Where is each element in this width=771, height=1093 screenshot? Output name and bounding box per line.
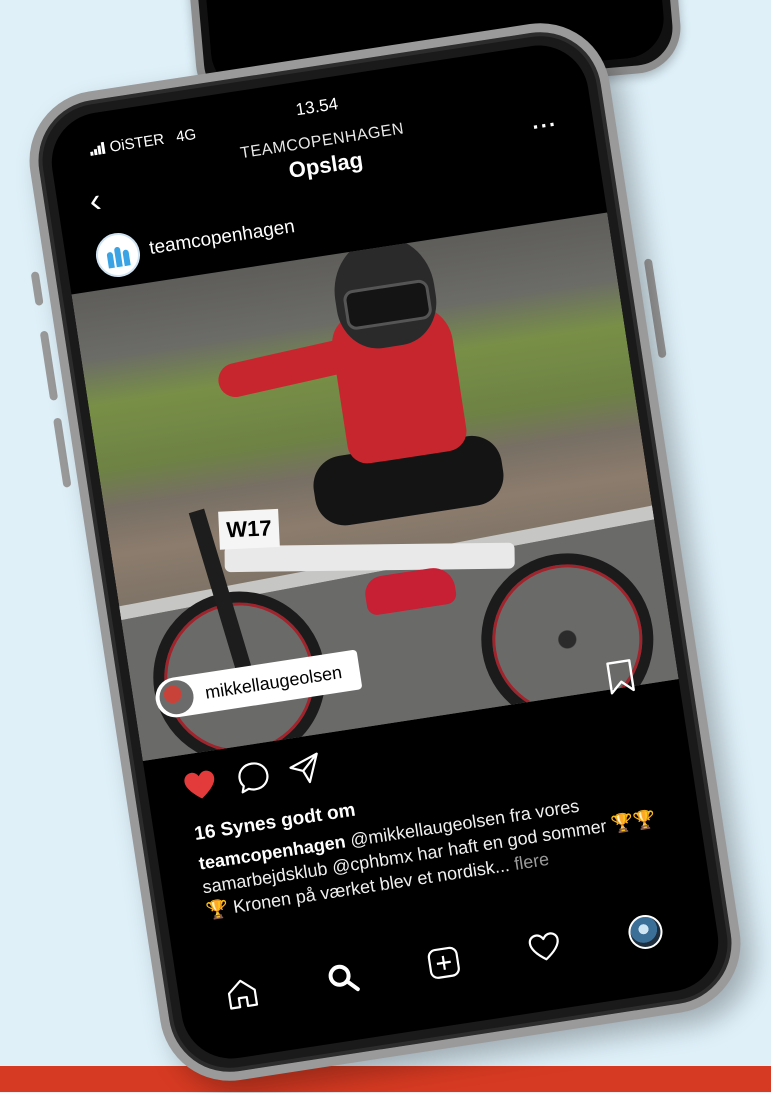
add-icon[interactable] (424, 943, 463, 982)
search-icon[interactable] (324, 959, 363, 998)
team-logo-avatar[interactable] (92, 229, 144, 281)
post-caption: teamcopenhagen @mikkellaugeolsen fra vor… (197, 782, 665, 923)
home-icon[interactable] (223, 974, 262, 1013)
heart-icon[interactable] (181, 766, 220, 805)
bookmark-icon[interactable] (605, 658, 636, 696)
caption-more-link[interactable]: flere (513, 849, 551, 874)
activity-icon[interactable] (525, 928, 564, 967)
post-photo[interactable]: W17 (71, 212, 679, 762)
share-icon[interactable] (286, 750, 325, 789)
mute-switch (30, 271, 44, 306)
more-icon[interactable]: ··· (531, 111, 560, 140)
tagged-user-avatar (157, 677, 196, 717)
post-username[interactable]: teamcopenhagen (148, 216, 296, 260)
phone-device: OiSTER 4G 13.54 ‹ TEAMCOPENHAGEN Opslag … (19, 13, 751, 1091)
number-plate: W17 (218, 508, 280, 550)
comment-icon[interactable] (234, 758, 273, 797)
profile-avatar[interactable] (626, 912, 665, 952)
accent-band (0, 1066, 771, 1092)
